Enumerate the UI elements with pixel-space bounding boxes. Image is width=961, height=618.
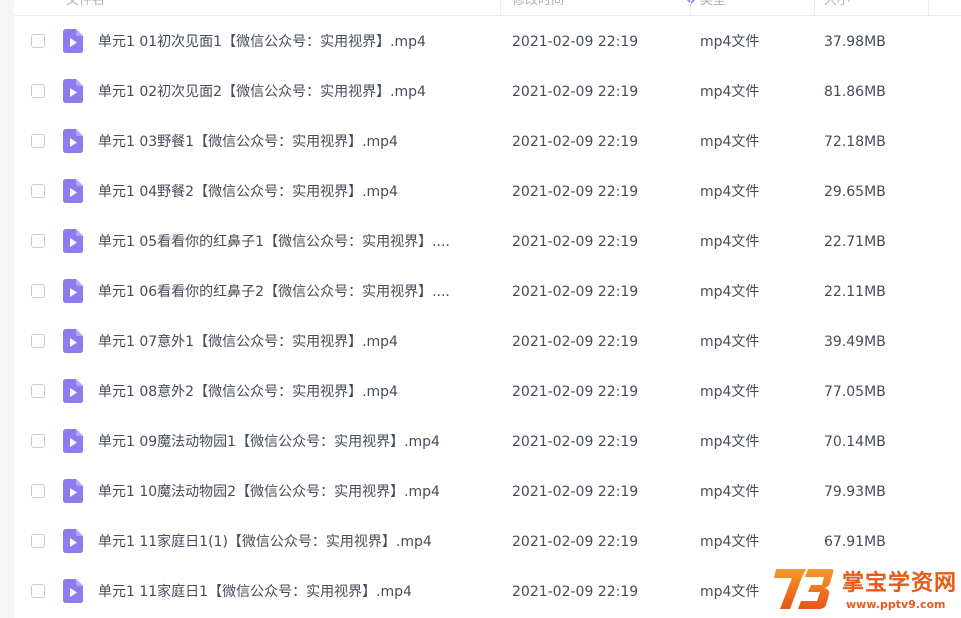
file-row[interactable]: 单元1 03野餐1【微信公众号：实用视界】.mp4 2021-02-09 22:1… [14,117,961,167]
file-name[interactable]: 单元1 03野餐1【微信公众号：实用视界】.mp4 [98,117,488,167]
file-name[interactable]: 单元1 07意外1【微信公众号：实用视界】.mp4 [98,317,488,367]
file-list-header: 文件名 修改时间 类型 大小 [14,0,961,16]
video-file-icon [63,29,83,53]
file-size: 81.86MB [824,84,886,100]
video-file-icon [63,379,83,403]
video-file-icon [63,279,83,303]
file-modified-time: 2021-02-09 22:19 [512,534,639,550]
file-modified-time: 2021-02-09 22:19 [512,484,639,500]
column-divider [500,0,501,15]
row-checkbox[interactable] [31,84,45,98]
file-row[interactable]: 单元1 02初次见面2【微信公众号：实用视界】.mp4 2021-02-09 22… [14,67,961,117]
file-size: 67.91MB [824,534,886,550]
file-row[interactable]: 单元1 10魔法动物园2【微信公众号：实用视界】.mp4 2021-02-09 2… [14,467,961,517]
row-checkbox[interactable] [31,234,45,248]
row-checkbox[interactable] [31,484,45,498]
file-row[interactable]: 单元1 01初次见面1【微信公众号：实用视界】.mp4 2021-02-09 22… [14,17,961,67]
file-modified-time: 2021-02-09 22:19 [512,34,639,50]
file-name[interactable]: 单元1 05看看你的红鼻子1【微信公众号：实用视界】.... [98,217,488,267]
file-size: 72.18MB [824,134,886,150]
file-name[interactable]: 单元1 11家庭日1(1)【微信公众号：实用视界】.mp4 [98,517,488,567]
row-checkbox[interactable] [31,534,45,548]
file-row[interactable]: 单元1 05看看你的红鼻子1【微信公众号：实用视界】.... 2021-02-09… [14,217,961,267]
file-size: 22.11MB [824,284,886,300]
column-header-modified[interactable]: 修改时间 [512,0,564,15]
file-modified-time: 2021-02-09 22:19 [512,334,639,350]
row-checkbox[interactable] [31,434,45,448]
file-size: 77.05MB [824,384,886,400]
file-modified-time: 2021-02-09 22:19 [512,284,639,300]
file-size: 22.71MB [824,234,886,250]
file-type: mp4文件 [700,284,760,300]
file-name[interactable]: 单元1 01初次见面1【微信公众号：实用视界】.mp4 [98,17,488,67]
file-name[interactable]: 单元1 11家庭日1【微信公众号：实用视界】.mp4 [98,567,488,617]
row-checkbox[interactable] [31,384,45,398]
column-header-size[interactable]: 大小 [824,0,850,15]
column-divider [928,0,929,15]
file-modified-time: 2021-02-09 22:19 [512,584,639,600]
file-size: 79.93MB [824,484,886,500]
video-file-icon [63,479,83,503]
file-row[interactable]: 单元1 06看看你的红鼻子2【微信公众号：实用视界】.... 2021-02-09… [14,267,961,317]
file-name[interactable]: 单元1 06看看你的红鼻子2【微信公众号：实用视界】.... [98,267,488,317]
file-type: mp4文件 [700,484,760,500]
file-modified-time: 2021-02-09 22:19 [512,234,639,250]
row-checkbox[interactable] [31,134,45,148]
file-modified-time: 2021-02-09 22:19 [512,134,639,150]
column-header-type[interactable]: 类型 [700,0,726,15]
file-type: mp4文件 [700,34,760,50]
video-file-icon [63,329,83,353]
video-file-icon [63,129,83,153]
file-type: mp4文件 [700,184,760,200]
file-row[interactable]: 单元1 07意外1【微信公众号：实用视界】.mp4 2021-02-09 22:1… [14,317,961,367]
video-file-icon [63,579,83,603]
video-file-icon [63,179,83,203]
video-file-icon [63,79,83,103]
file-modified-time: 2021-02-09 22:19 [512,84,639,100]
row-checkbox[interactable] [31,34,45,48]
file-type: mp4文件 [700,584,760,600]
file-type: mp4文件 [700,134,760,150]
file-type: mp4文件 [700,334,760,350]
file-modified-time: 2021-02-09 22:19 [512,384,639,400]
video-file-icon [63,529,83,553]
file-size: 39.49MB [824,334,886,350]
file-name[interactable]: 单元1 08意外2【微信公众号：实用视界】.mp4 [98,367,488,417]
file-type: mp4文件 [700,434,760,450]
sort-descending-icon[interactable] [686,0,696,5]
watermark: 掌宝学资网 www.pptv9.com [772,561,961,618]
file-name[interactable]: 单元1 04野餐2【微信公众号：实用视界】.mp4 [98,167,488,217]
watermark-url: www.pptv9.com [846,598,946,611]
file-type: mp4文件 [700,84,760,100]
file-name[interactable]: 单元1 02初次见面2【微信公众号：实用视界】.mp4 [98,67,488,117]
file-row[interactable]: 单元1 11家庭日1(1)【微信公众号：实用视界】.mp4 2021-02-09 … [14,517,961,567]
column-divider [814,0,815,15]
row-checkbox[interactable] [31,584,45,598]
row-checkbox[interactable] [31,284,45,298]
column-header-name[interactable]: 文件名 [66,0,105,15]
file-type: mp4文件 [700,534,760,550]
video-file-icon [63,229,83,253]
file-row[interactable]: 单元1 09魔法动物园1【微信公众号：实用视界】.mp4 2021-02-09 2… [14,417,961,467]
file-modified-time: 2021-02-09 22:19 [512,434,639,450]
file-row[interactable]: 单元1 08意外2【微信公众号：实用视界】.mp4 2021-02-09 22:1… [14,367,961,417]
file-size: 29.65MB [824,184,886,200]
file-row[interactable]: 单元1 04野餐2【微信公众号：实用视界】.mp4 2021-02-09 22:1… [14,167,961,217]
file-type: mp4文件 [700,384,760,400]
file-list: 单元1 01初次见面1【微信公众号：实用视界】.mp4 2021-02-09 22… [14,17,961,617]
video-file-icon [63,429,83,453]
row-checkbox[interactable] [31,334,45,348]
row-checkbox[interactable] [31,184,45,198]
file-name[interactable]: 单元1 09魔法动物园1【微信公众号：实用视界】.mp4 [98,417,488,467]
site-logo [774,569,834,609]
file-size: 37.98MB [824,34,886,50]
file-type: mp4文件 [700,234,760,250]
file-size: 70.14MB [824,434,886,450]
left-panel-edge [0,0,14,618]
watermark-title: 掌宝学资网 [842,571,958,596]
file-modified-time: 2021-02-09 22:19 [512,184,639,200]
column-divider [690,0,691,15]
file-name[interactable]: 单元1 10魔法动物园2【微信公众号：实用视界】.mp4 [98,467,488,517]
